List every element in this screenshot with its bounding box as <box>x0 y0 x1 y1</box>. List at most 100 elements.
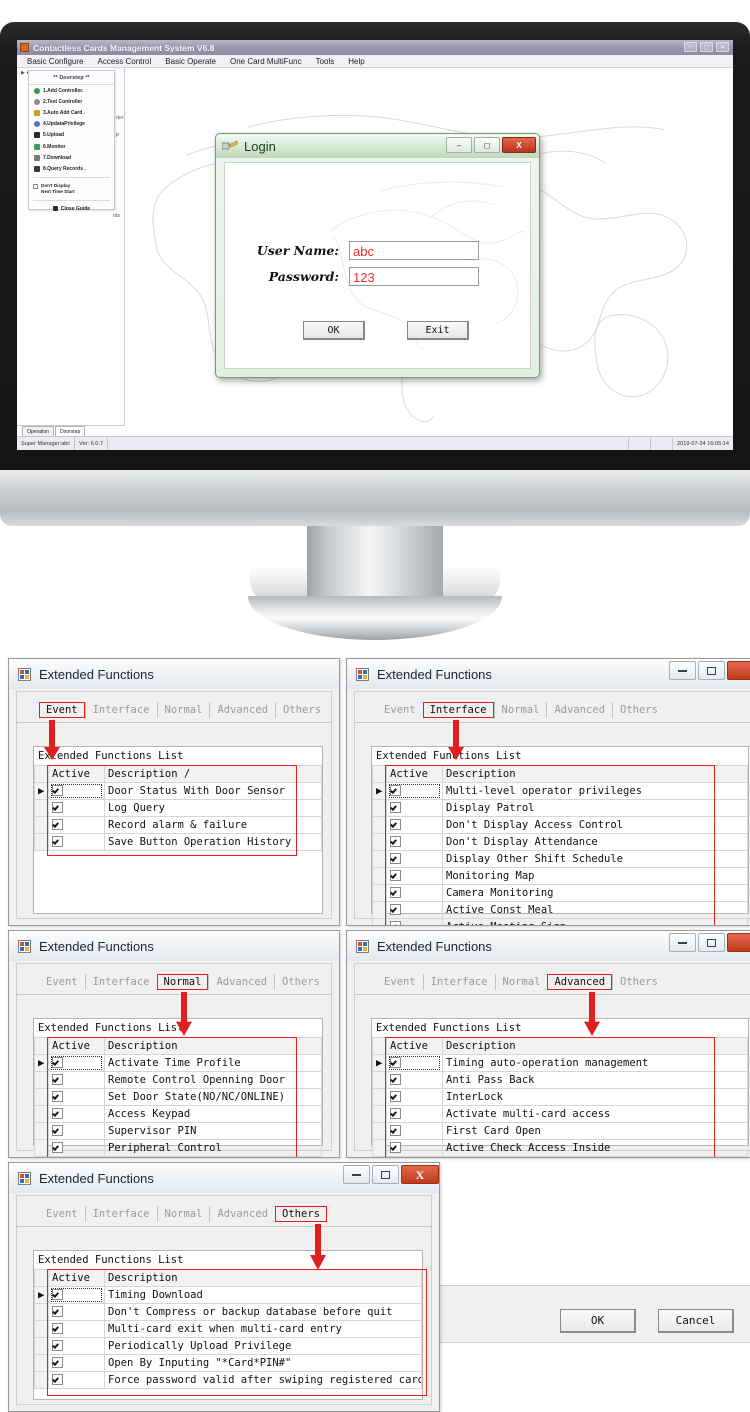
active-checkbox-wrap[interactable] <box>51 1056 102 1070</box>
active-cell[interactable] <box>48 1088 105 1106</box>
tab-event[interactable]: Event <box>39 1206 85 1222</box>
checkbox-checked-icon[interactable] <box>390 921 401 925</box>
tab-event[interactable]: Event <box>39 702 85 718</box>
table-row[interactable]: ▶ Door Status With Door Sensor <box>34 782 322 800</box>
guide-item-auto-add-card[interactable]: 3.Auto Add Card . <box>29 107 114 118</box>
checkbox-checked-icon[interactable] <box>390 802 401 813</box>
active-checkbox-wrap[interactable] <box>52 802 63 814</box>
table-row[interactable]: Log Query <box>34 799 322 817</box>
checkbox-checked-icon[interactable] <box>52 1306 63 1317</box>
table-row[interactable]: Active Const Meal <box>372 901 748 919</box>
checkbox-checked-icon[interactable] <box>390 904 401 915</box>
close-button[interactable] <box>727 661 750 680</box>
active-checkbox-wrap[interactable] <box>51 1288 102 1302</box>
tab-advanced[interactable]: Advanced <box>547 974 613 990</box>
table-row[interactable]: Save Button Operation History <box>34 833 322 851</box>
table-row[interactable]: Multi-card exit when multi-card entry <box>34 1320 422 1338</box>
ok-button[interactable]: OK <box>560 1309 636 1333</box>
table-row[interactable]: First Card Open <box>372 1122 748 1140</box>
table-row[interactable]: Access Keypad <box>34 1105 322 1123</box>
active-checkbox-wrap[interactable] <box>389 784 440 798</box>
tab-advanced[interactable]: Advanced <box>546 702 612 718</box>
active-checkbox-wrap[interactable] <box>52 1306 63 1318</box>
table-row[interactable]: Force password valid after swiping regis… <box>34 1371 422 1389</box>
active-cell[interactable] <box>48 1354 105 1372</box>
active-checkbox-wrap[interactable] <box>52 1142 63 1154</box>
tab-interface[interactable]: Interface <box>422 974 495 990</box>
checkbox-checked-icon[interactable] <box>52 1289 63 1300</box>
active-cell[interactable] <box>386 816 443 834</box>
guide-item-download[interactable]: 7.Download <box>29 152 114 163</box>
checkbox-checked-icon[interactable] <box>390 887 401 898</box>
active-checkbox-wrap[interactable] <box>390 802 401 814</box>
checkbox-checked-icon[interactable] <box>52 1057 63 1068</box>
maximize-button[interactable] <box>372 1165 399 1184</box>
active-cell[interactable] <box>48 1371 105 1389</box>
tab-others[interactable]: Others <box>275 702 328 718</box>
checkbox-checked-icon[interactable] <box>52 1357 63 1368</box>
menu-basic-configure[interactable]: Basic Configure <box>27 57 83 66</box>
checkbox-checked-icon[interactable] <box>390 1108 401 1119</box>
tab-others[interactable]: Others <box>612 974 665 990</box>
table-row[interactable]: Active Check Access Inside <box>372 1139 748 1157</box>
checkbox-checked-icon[interactable] <box>52 1091 63 1102</box>
active-cell[interactable] <box>386 799 443 817</box>
checkbox-checked-icon[interactable] <box>390 836 401 847</box>
tab-event[interactable]: Event <box>377 702 423 718</box>
checkbox-checked-icon[interactable] <box>52 1340 63 1351</box>
close-guide-button[interactable]: Close Guide <box>29 203 114 215</box>
active-checkbox-wrap[interactable] <box>390 819 401 831</box>
active-checkbox-wrap[interactable] <box>52 1357 63 1369</box>
tab-interface[interactable]: Interface <box>84 702 157 718</box>
guide-item-upload[interactable]: 5.Upload <box>29 130 114 141</box>
active-checkbox-wrap[interactable] <box>390 870 401 882</box>
app-minimize-button[interactable]: – <box>684 42 697 52</box>
table-row[interactable]: Periodically Upload Privilege <box>34 1337 422 1355</box>
checkbox-checked-icon[interactable] <box>390 1091 401 1102</box>
dont-display-next-time-checkbox[interactable]: Don't Display Next Time Start <box>29 180 114 198</box>
checkbox-checked-icon[interactable] <box>390 1142 401 1153</box>
tab-others[interactable]: Others <box>275 1206 327 1222</box>
login-minimize-button[interactable]: – <box>446 137 472 153</box>
table-row[interactable]: Don't Display Attendance <box>372 833 748 851</box>
active-checkbox-wrap[interactable] <box>390 1125 401 1137</box>
guide-item-updata-privilege[interactable]: 4.UpdataPrivilege <box>29 119 114 130</box>
table-row[interactable]: Don't Display Access Control <box>372 816 748 834</box>
active-cell[interactable] <box>48 816 105 834</box>
tab-advanced[interactable]: Advanced <box>209 1206 275 1222</box>
active-cell[interactable] <box>386 918 443 925</box>
table-row[interactable]: Active Meeting Sign <box>372 918 748 925</box>
active-cell[interactable] <box>386 782 443 800</box>
table-row[interactable]: Display Other Shift Schedule <box>372 850 748 868</box>
active-checkbox-wrap[interactable] <box>390 921 401 925</box>
guide-item-add-controller[interactable]: 1.Add Controller. <box>29 85 114 96</box>
active-cell[interactable] <box>48 782 105 800</box>
active-cell[interactable] <box>48 1071 105 1089</box>
tab-normal[interactable]: Normal <box>494 974 548 990</box>
active-cell[interactable] <box>386 901 443 919</box>
table-row[interactable]: Display Patrol <box>372 799 748 817</box>
checkbox-checked-icon[interactable] <box>52 1125 63 1136</box>
checkbox-checked-icon[interactable] <box>52 1323 63 1334</box>
checkbox-checked-icon[interactable] <box>390 853 401 864</box>
tab-interface[interactable]: Interface <box>84 974 157 990</box>
app-close-button[interactable]: ✕ <box>716 42 729 52</box>
active-cell[interactable] <box>48 799 105 817</box>
active-cell[interactable] <box>48 833 105 851</box>
tab-advanced[interactable]: Advanced <box>208 974 274 990</box>
active-checkbox-wrap[interactable] <box>390 1108 401 1120</box>
active-checkbox-wrap[interactable] <box>51 784 102 798</box>
table-row[interactable]: ▶ Activate Time Profile <box>34 1054 322 1072</box>
tab-normal[interactable]: Normal <box>493 702 547 718</box>
minimize-button[interactable] <box>343 1165 370 1184</box>
active-checkbox-wrap[interactable] <box>52 1374 63 1386</box>
app-maximize-button[interactable]: ◻ <box>700 42 713 52</box>
active-cell[interactable] <box>386 833 443 851</box>
checkbox-checked-icon[interactable] <box>52 1074 63 1085</box>
table-row[interactable]: Supervisor PIN <box>34 1122 322 1140</box>
minimize-button[interactable] <box>669 661 696 680</box>
table-row[interactable]: Peripheral Control <box>34 1139 322 1157</box>
menu-help[interactable]: Help <box>348 57 364 66</box>
checkbox-checked-icon[interactable] <box>390 1057 401 1068</box>
active-checkbox-wrap[interactable] <box>52 1125 63 1137</box>
